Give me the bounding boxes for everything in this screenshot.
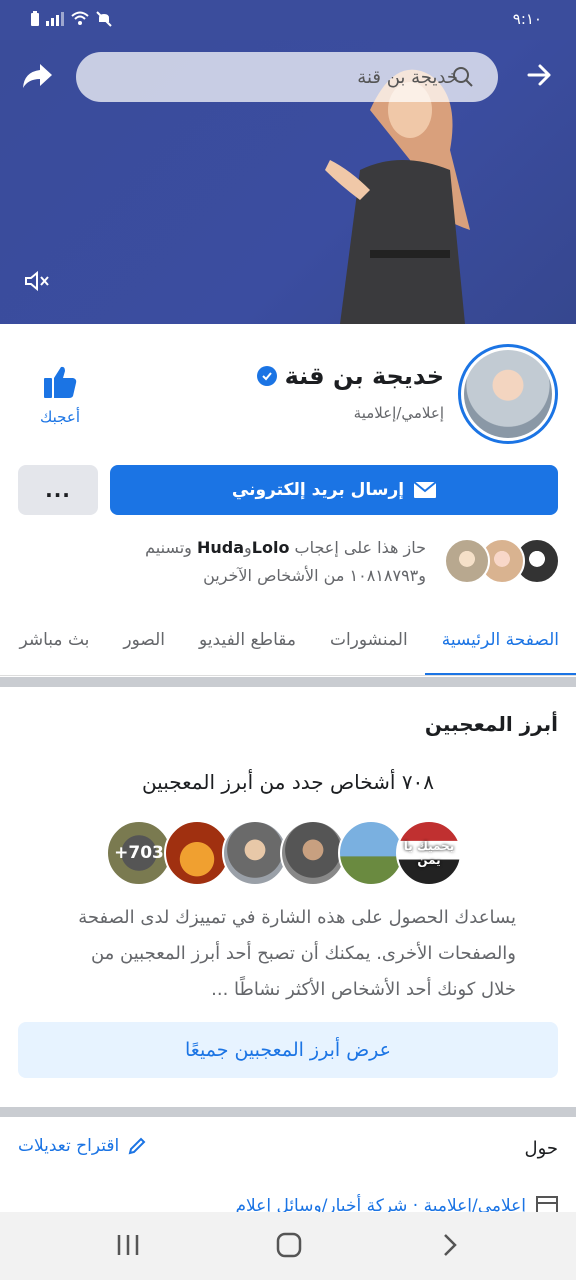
signal-icon xyxy=(46,12,64,26)
back-arrow-icon[interactable] xyxy=(526,62,552,88)
tab-home[interactable]: الصفحة الرئيسية xyxy=(424,604,576,675)
pencil-icon xyxy=(128,1137,146,1155)
thumbs-up-icon xyxy=(44,366,77,398)
fan-avatar[interactable] xyxy=(338,820,404,886)
search-input[interactable] xyxy=(158,66,458,88)
friend-avatars xyxy=(442,538,560,586)
search-bar[interactable] xyxy=(76,52,498,102)
top-fans-count: ٧٠٨ أشخاص جدد من أبرز المعجبين xyxy=(141,770,435,794)
likes-connector: و xyxy=(244,538,252,557)
battery-icon xyxy=(31,11,39,26)
likes-middle: وتسنيم xyxy=(145,538,192,557)
search-icon[interactable] xyxy=(452,66,474,88)
friend-name[interactable]: Lolo xyxy=(252,538,290,557)
volume-mute-icon[interactable] xyxy=(24,270,50,292)
section-divider xyxy=(0,677,576,687)
fan-avatar[interactable] xyxy=(280,820,346,886)
section-divider xyxy=(0,1107,576,1117)
fan-avatar[interactable]: يحميك يا يمن xyxy=(396,820,462,886)
more-fans-count: +703 xyxy=(114,843,164,863)
system-nav-bar xyxy=(0,1212,576,1280)
wifi-icon xyxy=(71,11,89,25)
top-fans-avatars[interactable]: +703 يحميك يا يمن xyxy=(106,820,470,886)
send-email-button[interactable]: إرسال بريد إلكتروني xyxy=(110,465,558,515)
more-options-button[interactable]: ... xyxy=(18,465,98,515)
top-fans-title: أبرز المعجبين xyxy=(424,712,558,736)
likes-summary: حاز هذا على إعجاب LoloوHuda وتسنيم و١٠٨١… xyxy=(96,534,426,590)
recent-apps-icon[interactable] xyxy=(116,1232,140,1258)
status-icons xyxy=(30,11,112,27)
friend-avatar xyxy=(444,538,490,584)
page-tabs: الصفحة الرئيسية المنشورات مقاطع الفيديو … xyxy=(0,604,576,676)
home-icon[interactable] xyxy=(276,1232,302,1258)
mute-notification-icon xyxy=(96,11,112,27)
page-name-text: خديجة بن قنة xyxy=(284,362,444,390)
share-icon[interactable] xyxy=(20,58,54,92)
likes-prefix: حاز هذا على إعجاب xyxy=(294,538,426,557)
more-fans-badge[interactable]: +703 xyxy=(106,820,172,886)
tab-videos[interactable]: مقاطع الفيديو xyxy=(182,604,313,675)
suggest-edits-link[interactable]: اقتراح تعديلات xyxy=(18,1136,147,1156)
page-title: خديجة بن قنة xyxy=(256,362,444,390)
top-fans-description: يساعدك الحصول على هذه الشارة في تمييزك ل… xyxy=(78,907,516,1000)
page-category: إعلامي/إعلامية xyxy=(353,404,444,422)
tab-photos[interactable]: الصور xyxy=(106,604,182,675)
send-email-label: إرسال بريد إلكتروني xyxy=(231,480,405,500)
verified-badge-icon xyxy=(256,366,277,386)
like-button[interactable]: أعجبك xyxy=(26,364,94,426)
avatar-image xyxy=(464,350,552,438)
see-all-top-fans-button[interactable]: عرض أبرز المعجبين جميعًا xyxy=(18,1022,558,1078)
status-bar: ٩:١٠ xyxy=(0,0,576,40)
about-title: حول xyxy=(524,1138,558,1159)
tab-posts[interactable]: المنشورات xyxy=(313,604,425,675)
like-label: أعجبك xyxy=(40,408,80,426)
likes-suffix: و١٠٨١٨٧٩٣ من الأشخاص الآخرين xyxy=(203,566,426,585)
profile-avatar[interactable] xyxy=(458,344,558,444)
suggest-edits-label: اقتراح تعديلات xyxy=(18,1136,120,1156)
fan-avatar[interactable] xyxy=(164,820,230,886)
back-icon[interactable] xyxy=(440,1232,460,1258)
fan-badge-text: يحميك يا يمن xyxy=(403,839,455,867)
tab-live[interactable]: بث مباشر xyxy=(3,604,107,675)
friend-name[interactable]: Huda xyxy=(197,538,244,557)
status-time: ٩:١٠ xyxy=(512,10,542,28)
cover-photo[interactable] xyxy=(0,40,576,324)
envelope-icon xyxy=(414,482,437,498)
fan-avatar[interactable] xyxy=(222,820,288,886)
